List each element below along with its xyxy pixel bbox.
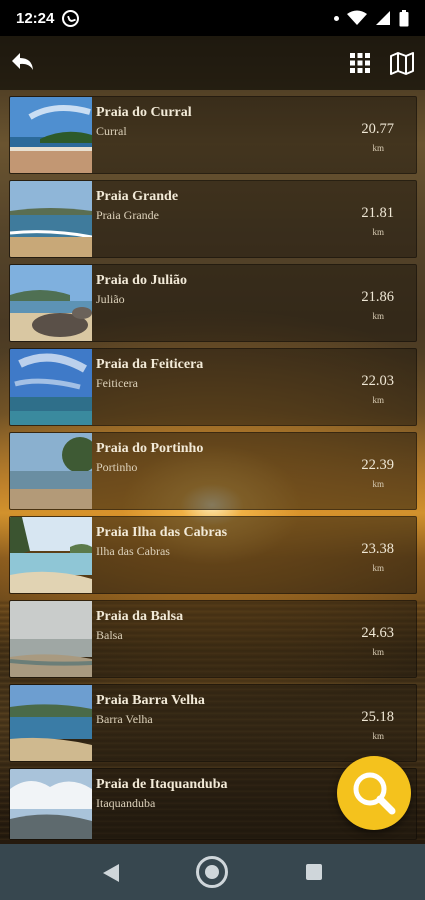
distance-unit: km	[372, 731, 384, 741]
map-icon	[390, 52, 414, 75]
beach-list-item[interactable]: Praia Grande Praia Grande 21.81 km	[9, 180, 417, 258]
battery-icon	[399, 9, 409, 26]
beach-thumbnail	[10, 265, 92, 341]
grid-icon	[350, 53, 370, 73]
beach-distance: 25.18	[361, 709, 394, 725]
status-bar: 12:24	[0, 0, 425, 36]
beach-name: Praia Barra Velha	[96, 693, 205, 708]
beach-area: Feiticera	[96, 376, 138, 390]
beach-thumbnail	[10, 685, 92, 761]
beach-name: Praia do Curral	[96, 105, 192, 120]
beach-list-item[interactable]: Praia Barra Velha Barra Velha 25.18 km	[9, 684, 417, 762]
beach-area: Praia Grande	[96, 208, 159, 222]
beach-distance: 22.39	[361, 457, 394, 473]
beach-thumbnail	[10, 517, 92, 593]
beach-name: Praia Grande	[96, 189, 179, 204]
beach-distance: 21.81	[361, 205, 394, 221]
search-icon	[353, 772, 396, 815]
wifi-icon	[347, 10, 367, 25]
beach-list-item[interactable]: Praia do Julião Julião 21.86 km	[9, 264, 417, 342]
whatsapp-icon	[62, 9, 80, 27]
nav-back-icon[interactable]	[101, 862, 123, 884]
beach-list-item[interactable]: Praia da Balsa Balsa 24.63 km	[9, 600, 417, 678]
beach-distance: 22.03	[361, 373, 394, 389]
nav-recents-icon[interactable]	[306, 864, 322, 880]
beach-list-item[interactable]: Praia Ilha das Cabras Ilha das Cabras 23…	[9, 516, 417, 594]
beach-area: Portinho	[96, 460, 138, 474]
beach-list-item[interactable]: Praia do Curral Curral 20.77 km	[9, 96, 417, 174]
distance-unit: km	[372, 311, 384, 321]
signal-icon	[376, 11, 390, 25]
beach-area: Ilha das Cabras	[96, 544, 170, 558]
system-nav-bar	[0, 844, 425, 900]
beach-area: Balsa	[96, 628, 123, 642]
distance-unit: km	[372, 227, 384, 237]
status-icons	[334, 9, 409, 27]
beach-thumbnail	[10, 601, 92, 677]
beach-distance: 21.86	[361, 289, 394, 305]
distance-unit: km	[372, 143, 384, 153]
map-view-button[interactable]	[388, 49, 416, 77]
beach-name: Praia Ilha das Cabras	[96, 525, 228, 540]
beach-name: Praia da Balsa	[96, 609, 184, 624]
beach-distance: 20.77	[361, 121, 394, 137]
beach-distance: 23.38	[361, 541, 394, 557]
grid-view-button[interactable]	[346, 49, 374, 77]
search-button[interactable]	[337, 756, 411, 830]
distance-unit: km	[372, 479, 384, 489]
dot-icon	[334, 15, 339, 21]
back-arrow-icon	[12, 53, 33, 70]
app-bar	[0, 36, 425, 90]
beach-thumbnail	[10, 97, 92, 173]
beach-list-item[interactable]: Praia do Portinho Portinho 22.39 km	[9, 432, 417, 510]
distance-unit: km	[372, 647, 384, 657]
distance-unit: km	[372, 563, 384, 573]
beach-thumbnail	[10, 433, 92, 509]
beach-area: Barra Velha	[96, 712, 153, 726]
nav-home-icon[interactable]	[196, 856, 228, 888]
back-button[interactable]	[8, 48, 38, 78]
beach-distance: 24.63	[361, 625, 394, 641]
beach-name: Praia do Portinho	[96, 441, 204, 456]
beach-list-item[interactable]: Praia da Feiticera Feiticera 22.03 km	[9, 348, 417, 426]
beach-thumbnail	[10, 181, 92, 257]
beach-name: Praia da Feiticera	[96, 357, 204, 372]
distance-unit: km	[372, 395, 384, 405]
beach-area: Curral	[96, 124, 127, 138]
beach-area: Itaquanduba	[96, 796, 156, 810]
beach-thumbnail	[10, 769, 92, 839]
beach-area: Julião	[96, 292, 125, 306]
status-time: 12:24	[16, 9, 55, 27]
beach-name: Praia de Itaquanduba	[96, 777, 228, 792]
beach-thumbnail	[10, 349, 92, 425]
beach-name: Praia do Julião	[96, 273, 188, 288]
